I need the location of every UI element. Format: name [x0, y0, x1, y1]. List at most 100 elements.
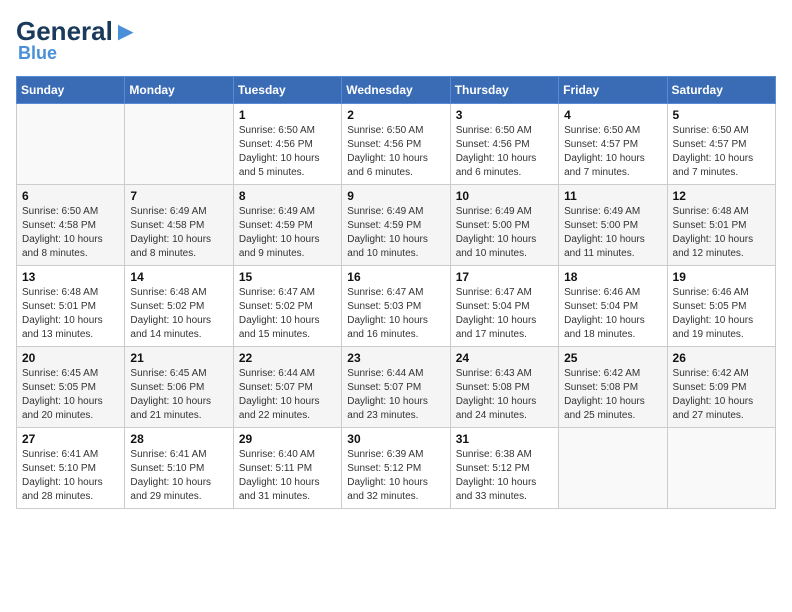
calendar-header-row: SundayMondayTuesdayWednesdayThursdayFrid…: [17, 77, 776, 104]
day-number: 3: [456, 108, 553, 122]
calendar-cell: 28 Sunrise: 6:41 AMSunset: 5:10 PMDayligh…: [125, 428, 233, 509]
day-info: Sunrise: 6:45 AMSunset: 5:05 PMDaylight:…: [22, 367, 119, 423]
calendar-cell: [559, 428, 667, 509]
calendar-cell: 6Sunrise: 6:50 AMSunset: 4:58 PMDaylight…: [17, 185, 125, 266]
calendar-cell: 4 Sunrise: 6:50 AMSunset: 4:57 PMDaylight…: [559, 104, 667, 185]
day-number: 16: [347, 270, 444, 284]
day-info: Sunrise: 6:47 AMSunset: 5:03 PMDaylight:…: [347, 286, 444, 342]
day-number: 1: [239, 108, 336, 122]
day-info: Sunrise: 6:49 AMSunset: 4:59 PMDaylight:…: [347, 205, 444, 261]
logo: General► Blue: [16, 16, 139, 64]
calendar-cell: 20Sunrise: 6:45 AMSunset: 5:05 PMDayligh…: [17, 347, 125, 428]
calendar-cell: 9 Sunrise: 6:49 AMSunset: 4:59 PMDaylight…: [342, 185, 450, 266]
calendar-week-row: 1 Sunrise: 6:50 AMSunset: 4:56 PMDaylight…: [17, 104, 776, 185]
calendar-cell: [125, 104, 233, 185]
calendar-header-cell: Friday: [559, 77, 667, 104]
calendar-cell: 5 Sunrise: 6:50 AMSunset: 4:57 PMDaylight…: [667, 104, 775, 185]
day-number: 11: [564, 189, 661, 203]
day-info: Sunrise: 6:47 AMSunset: 5:02 PMDaylight:…: [239, 286, 336, 342]
calendar-cell: 24 Sunrise: 6:43 AMSunset: 5:08 PMDayligh…: [450, 347, 558, 428]
day-number: 25: [564, 351, 661, 365]
day-info: Sunrise: 6:50 AMSunset: 4:58 PMDaylight:…: [22, 205, 119, 261]
calendar-cell: 12 Sunrise: 6:48 AMSunset: 5:01 PMDayligh…: [667, 185, 775, 266]
logo-blue: Blue: [18, 43, 57, 64]
calendar-cell: 26Sunrise: 6:42 AMSunset: 5:09 PMDayligh…: [667, 347, 775, 428]
calendar-header-cell: Tuesday: [233, 77, 341, 104]
calendar-cell: 8 Sunrise: 6:49 AMSunset: 4:59 PMDaylight…: [233, 185, 341, 266]
calendar-body: 1 Sunrise: 6:50 AMSunset: 4:56 PMDaylight…: [17, 104, 776, 509]
calendar-cell: 27 Sunrise: 6:41 AMSunset: 5:10 PMDayligh…: [17, 428, 125, 509]
calendar-cell: 10Sunrise: 6:49 AMSunset: 5:00 PMDayligh…: [450, 185, 558, 266]
day-info: Sunrise: 6:44 AMSunset: 5:07 PMDaylight:…: [347, 367, 444, 423]
calendar-header-cell: Monday: [125, 77, 233, 104]
day-number: 28: [130, 432, 227, 446]
day-info: Sunrise: 6:49 AMSunset: 5:00 PMDaylight:…: [564, 205, 661, 261]
calendar-cell: 7 Sunrise: 6:49 AMSunset: 4:58 PMDaylight…: [125, 185, 233, 266]
calendar-cell: 23 Sunrise: 6:44 AMSunset: 5:07 PMDayligh…: [342, 347, 450, 428]
day-number: 7: [130, 189, 227, 203]
day-info: Sunrise: 6:50 AMSunset: 4:56 PMDaylight:…: [239, 124, 336, 180]
calendar-cell: 18 Sunrise: 6:46 AMSunset: 5:04 PMDayligh…: [559, 266, 667, 347]
day-info: Sunrise: 6:50 AMSunset: 4:56 PMDaylight:…: [347, 124, 444, 180]
calendar-header-cell: Wednesday: [342, 77, 450, 104]
day-info: Sunrise: 6:49 AMSunset: 4:59 PMDaylight:…: [239, 205, 336, 261]
calendar-cell: 31Sunrise: 6:38 AMSunset: 5:12 PMDayligh…: [450, 428, 558, 509]
day-number: 9: [347, 189, 444, 203]
day-number: 5: [673, 108, 770, 122]
day-info: Sunrise: 6:46 AMSunset: 5:04 PMDaylight:…: [564, 286, 661, 342]
day-info: Sunrise: 6:38 AMSunset: 5:12 PMDaylight:…: [456, 448, 553, 504]
day-number: 10: [456, 189, 553, 203]
day-number: 13: [22, 270, 119, 284]
day-info: Sunrise: 6:48 AMSunset: 5:02 PMDaylight:…: [130, 286, 227, 342]
day-info: Sunrise: 6:44 AMSunset: 5:07 PMDaylight:…: [239, 367, 336, 423]
calendar-cell: 17 Sunrise: 6:47 AMSunset: 5:04 PMDayligh…: [450, 266, 558, 347]
day-info: Sunrise: 6:39 AMSunset: 5:12 PMDaylight:…: [347, 448, 444, 504]
day-info: Sunrise: 6:48 AMSunset: 5:01 PMDaylight:…: [673, 205, 770, 261]
day-number: 18: [564, 270, 661, 284]
calendar-cell: 1 Sunrise: 6:50 AMSunset: 4:56 PMDaylight…: [233, 104, 341, 185]
calendar-cell: 14Sunrise: 6:48 AMSunset: 5:02 PMDayligh…: [125, 266, 233, 347]
page-header: General► Blue: [16, 16, 776, 64]
day-number: 19: [673, 270, 770, 284]
day-number: 24: [456, 351, 553, 365]
day-info: Sunrise: 6:50 AMSunset: 4:57 PMDaylight:…: [564, 124, 661, 180]
day-info: Sunrise: 6:42 AMSunset: 5:09 PMDaylight:…: [673, 367, 770, 423]
calendar-header-cell: Sunday: [17, 77, 125, 104]
day-info: Sunrise: 6:41 AMSunset: 5:10 PMDaylight:…: [22, 448, 119, 504]
day-number: 15: [239, 270, 336, 284]
calendar-cell: 30Sunrise: 6:39 AMSunset: 5:12 PMDayligh…: [342, 428, 450, 509]
day-info: Sunrise: 6:50 AMSunset: 4:57 PMDaylight:…: [673, 124, 770, 180]
day-info: Sunrise: 6:47 AMSunset: 5:04 PMDaylight:…: [456, 286, 553, 342]
calendar-cell: 29 Sunrise: 6:40 AMSunset: 5:11 PMDayligh…: [233, 428, 341, 509]
calendar-cell: 22 Sunrise: 6:44 AMSunset: 5:07 PMDayligh…: [233, 347, 341, 428]
day-info: Sunrise: 6:50 AMSunset: 4:56 PMDaylight:…: [456, 124, 553, 180]
day-info: Sunrise: 6:41 AMSunset: 5:10 PMDaylight:…: [130, 448, 227, 504]
calendar-cell: 2 Sunrise: 6:50 AMSunset: 4:56 PMDaylight…: [342, 104, 450, 185]
day-info: Sunrise: 6:42 AMSunset: 5:08 PMDaylight:…: [564, 367, 661, 423]
day-number: 8: [239, 189, 336, 203]
day-number: 2: [347, 108, 444, 122]
calendar-cell: 11 Sunrise: 6:49 AMSunset: 5:00 PMDayligh…: [559, 185, 667, 266]
day-number: 4: [564, 108, 661, 122]
calendar-header-cell: Thursday: [450, 77, 558, 104]
day-info: Sunrise: 6:46 AMSunset: 5:05 PMDaylight:…: [673, 286, 770, 342]
calendar-week-row: 27 Sunrise: 6:41 AMSunset: 5:10 PMDayligh…: [17, 428, 776, 509]
calendar-week-row: 6Sunrise: 6:50 AMSunset: 4:58 PMDaylight…: [17, 185, 776, 266]
day-info: Sunrise: 6:43 AMSunset: 5:08 PMDaylight:…: [456, 367, 553, 423]
day-number: 12: [673, 189, 770, 203]
calendar-cell: 21 Sunrise: 6:45 AMSunset: 5:06 PMDayligh…: [125, 347, 233, 428]
calendar-cell: 13Sunrise: 6:48 AMSunset: 5:01 PMDayligh…: [17, 266, 125, 347]
day-info: Sunrise: 6:45 AMSunset: 5:06 PMDaylight:…: [130, 367, 227, 423]
day-number: 29: [239, 432, 336, 446]
day-number: 22: [239, 351, 336, 365]
day-number: 17: [456, 270, 553, 284]
calendar-cell: [667, 428, 775, 509]
day-number: 21: [130, 351, 227, 365]
day-number: 23: [347, 351, 444, 365]
calendar-header-cell: Saturday: [667, 77, 775, 104]
calendar-table: SundayMondayTuesdayWednesdayThursdayFrid…: [16, 76, 776, 509]
calendar-cell: [17, 104, 125, 185]
day-number: 27: [22, 432, 119, 446]
day-info: Sunrise: 6:49 AMSunset: 4:58 PMDaylight:…: [130, 205, 227, 261]
day-info: Sunrise: 6:40 AMSunset: 5:11 PMDaylight:…: [239, 448, 336, 504]
